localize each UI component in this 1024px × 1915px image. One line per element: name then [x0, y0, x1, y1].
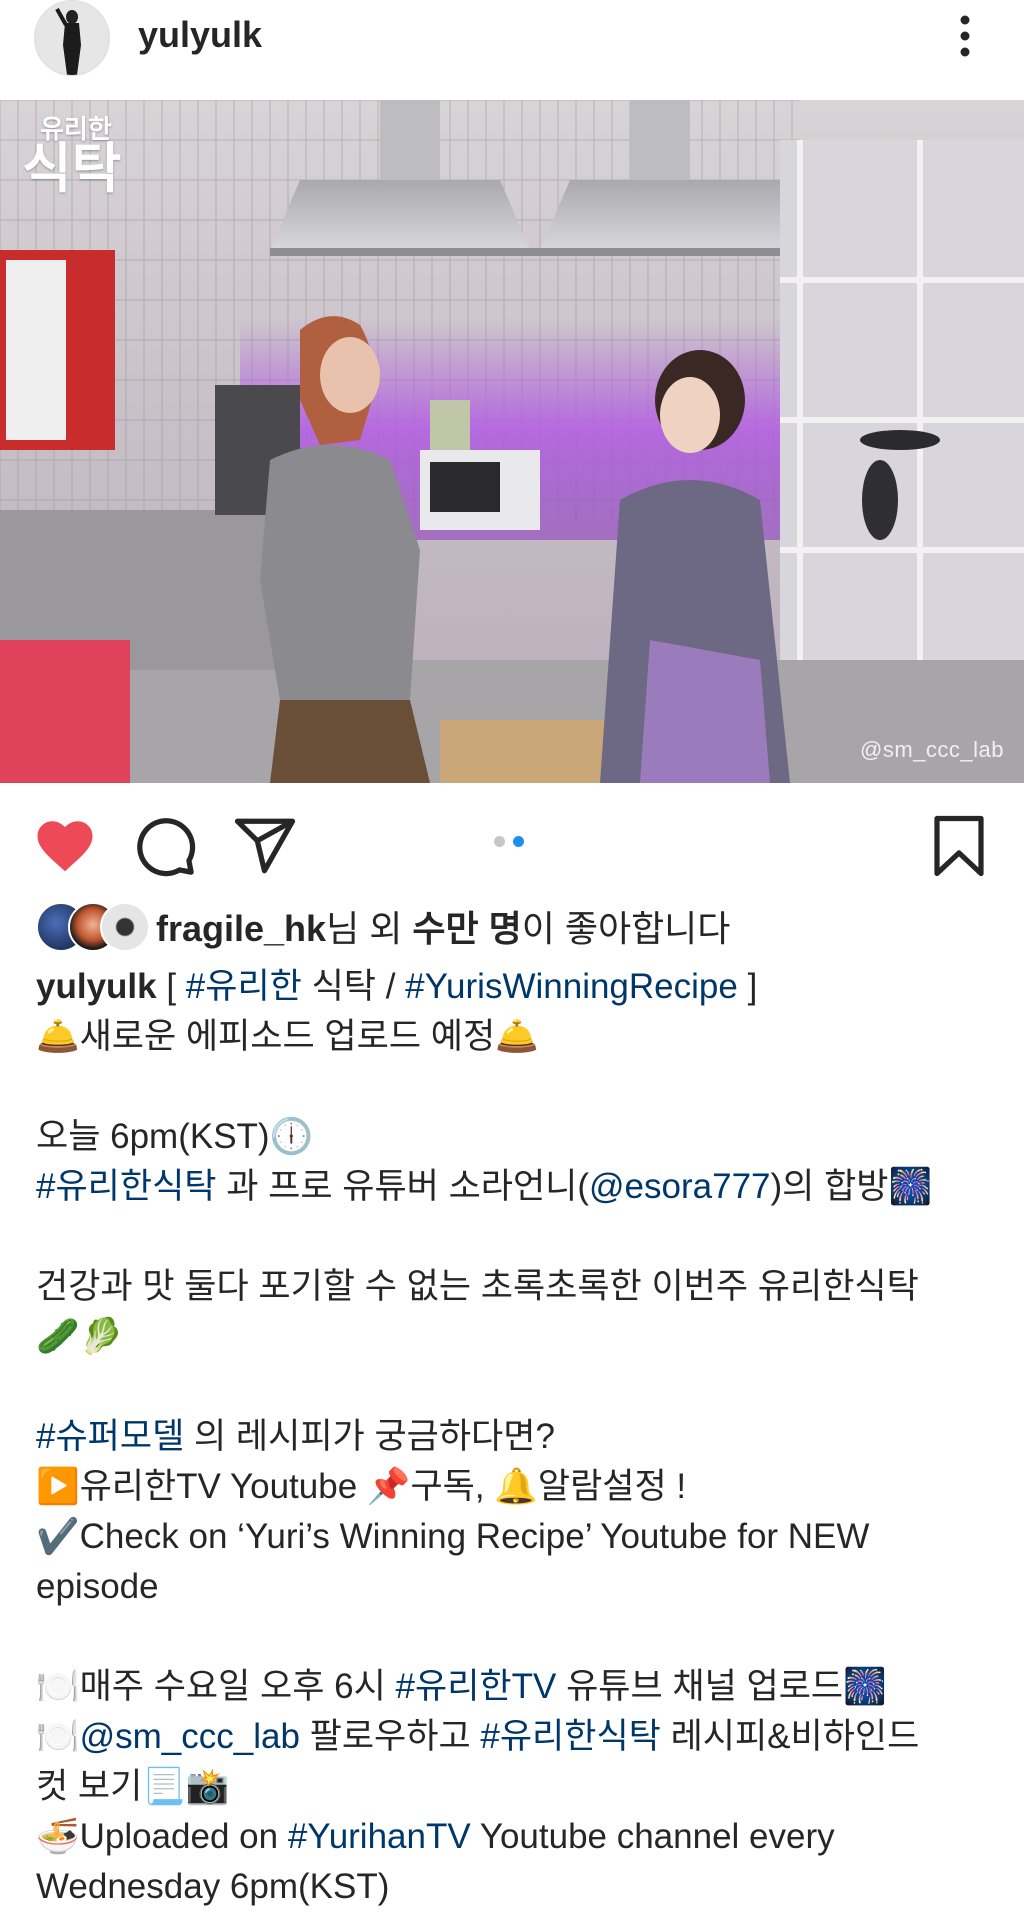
mention-link[interactable]: @sm_ccc_lab — [80, 1717, 300, 1756]
caption-text: [ — [156, 967, 186, 1006]
caption-username[interactable]: yulyulk — [36, 967, 157, 1006]
caption-line: yulyulk [ #유리한 식탁 / #YurisWinningRecipe … — [36, 962, 996, 1012]
caption-blank-line — [36, 1612, 996, 1662]
comment-icon[interactable] — [132, 813, 198, 879]
post-header: yulyulk — [0, 0, 1024, 100]
caption-line: 🍽️@sm_ccc_lab 팔로우하고 #유리한식탁 레시피&비하인드 — [36, 1712, 996, 1762]
caption-line: #슈퍼모델 의 레시피가 궁금하다면? — [36, 1412, 996, 1462]
hashtag-link[interactable]: #YurisWinningRecipe — [405, 967, 738, 1006]
kitchen-scene-image — [0, 100, 1024, 783]
caption-blank-line — [36, 1062, 996, 1112]
likes-suffix-text: 이 좋아합니다 — [521, 908, 731, 949]
photo-watermark: @sm_ccc_lab — [860, 737, 1004, 762]
post-photo[interactable]: 유리한 식탁 @sm_ccc_lab — [0, 100, 1024, 783]
caption-line: #유리한식탁 과 프로 유튜버 소라언니(@esora777)의 합방🎆 — [36, 1162, 996, 1212]
caption-text: )의 합방🎆 — [770, 1167, 933, 1206]
carousel-dot — [494, 835, 505, 847]
caption-line: Wednesday 6pm(KST) — [36, 1867, 390, 1906]
caption-text: 유튜브 채널 업로드🎆 — [556, 1667, 887, 1706]
send-icon[interactable] — [232, 813, 298, 879]
hashtag-link[interactable]: #유리한TV — [396, 1667, 557, 1706]
likes-mid-text: 님 외 — [326, 908, 413, 949]
caption-text: 과 프로 유튜버 소라언니( — [216, 1167, 590, 1206]
hashtag-link[interactable]: #유리한식탁 — [480, 1717, 660, 1756]
caption-text: 의 레시피가 궁금하다면? — [184, 1417, 555, 1456]
hashtag-link[interactable]: #YurihanTV — [288, 1817, 471, 1856]
caption-line: 🛎️새로운 에피소드 업로드 예정🛎️ — [36, 1017, 539, 1056]
caption-text: 레시피&비하인드 — [660, 1717, 920, 1756]
likes-row[interactable]: fragile_hk님 외 수만 명이 좋아합니다 — [36, 898, 730, 954]
post-username[interactable]: yulyulk — [138, 14, 262, 56]
caption-text: ] — [737, 967, 758, 1006]
caption-line: 🍽️매주 수요일 오후 6시 #유리한TV 유튜브 채널 업로드🎆 — [36, 1662, 996, 1712]
caption-line: ▶️유리한TV Youtube 📌구독, 🔔알람설정 ! — [36, 1467, 687, 1506]
caption-blank-line — [36, 1362, 996, 1412]
caption-line: 🍜Uploaded on #YurihanTV Youtube channel … — [36, 1812, 996, 1862]
carousel-dot-active — [513, 835, 524, 847]
caption-text: 🍜Uploaded on — [36, 1817, 288, 1856]
caption-line: 오늘 6pm(KST)🕕 — [36, 1117, 314, 1156]
post-caption: yulyulk [ #유리한 식탁 / #YurisWinningRecipe … — [36, 962, 996, 1912]
hashtag-link[interactable]: #유리한 — [186, 967, 302, 1006]
hashtag-link[interactable]: #유리한식탁 — [36, 1167, 216, 1206]
liker-avatars — [36, 900, 150, 952]
likes-count[interactable]: 수만 명 — [412, 908, 521, 949]
bookmark-icon[interactable] — [926, 813, 992, 879]
carousel-indicator — [494, 834, 524, 848]
mention-link[interactable]: @esora777 — [589, 1167, 770, 1206]
more-vertical-icon[interactable] — [950, 14, 980, 58]
show-logo-big: 식탁 — [22, 139, 122, 199]
liker-username[interactable]: fragile_hk — [156, 908, 326, 949]
caption-blank-line — [36, 1212, 996, 1262]
liker-avatar — [100, 902, 150, 952]
caption-text: Youtube channel every — [470, 1817, 835, 1856]
heart-filled-icon[interactable] — [32, 813, 98, 879]
caption-line: 🥒🥬 — [36, 1317, 124, 1356]
avatar-image — [35, 1, 109, 75]
show-logo: 유리한 식탁 — [22, 116, 121, 196]
hashtag-link[interactable]: #슈퍼모델 — [36, 1417, 184, 1456]
caption-text: 식탁 / — [301, 967, 406, 1006]
avatar[interactable] — [34, 0, 110, 76]
caption-line: 건강과 맛 둘다 포기할 수 없는 초록초록한 이번주 유리한식탁 — [36, 1267, 919, 1306]
caption-line: 컷 보기📃📸 — [36, 1767, 230, 1806]
likes-summary: fragile_hk님 외 수만 명이 좋아합니다 — [156, 900, 730, 952]
caption-line: ✔️Check on ‘Yuri’s Winning Recipe’ Youtu… — [36, 1517, 870, 1556]
caption-text: 🍽️ — [36, 1717, 80, 1756]
caption-text: 🍽️매주 수요일 오후 6시 — [36, 1667, 396, 1706]
caption-line: episode — [36, 1567, 159, 1606]
caption-text: 팔로우하고 — [299, 1717, 481, 1756]
